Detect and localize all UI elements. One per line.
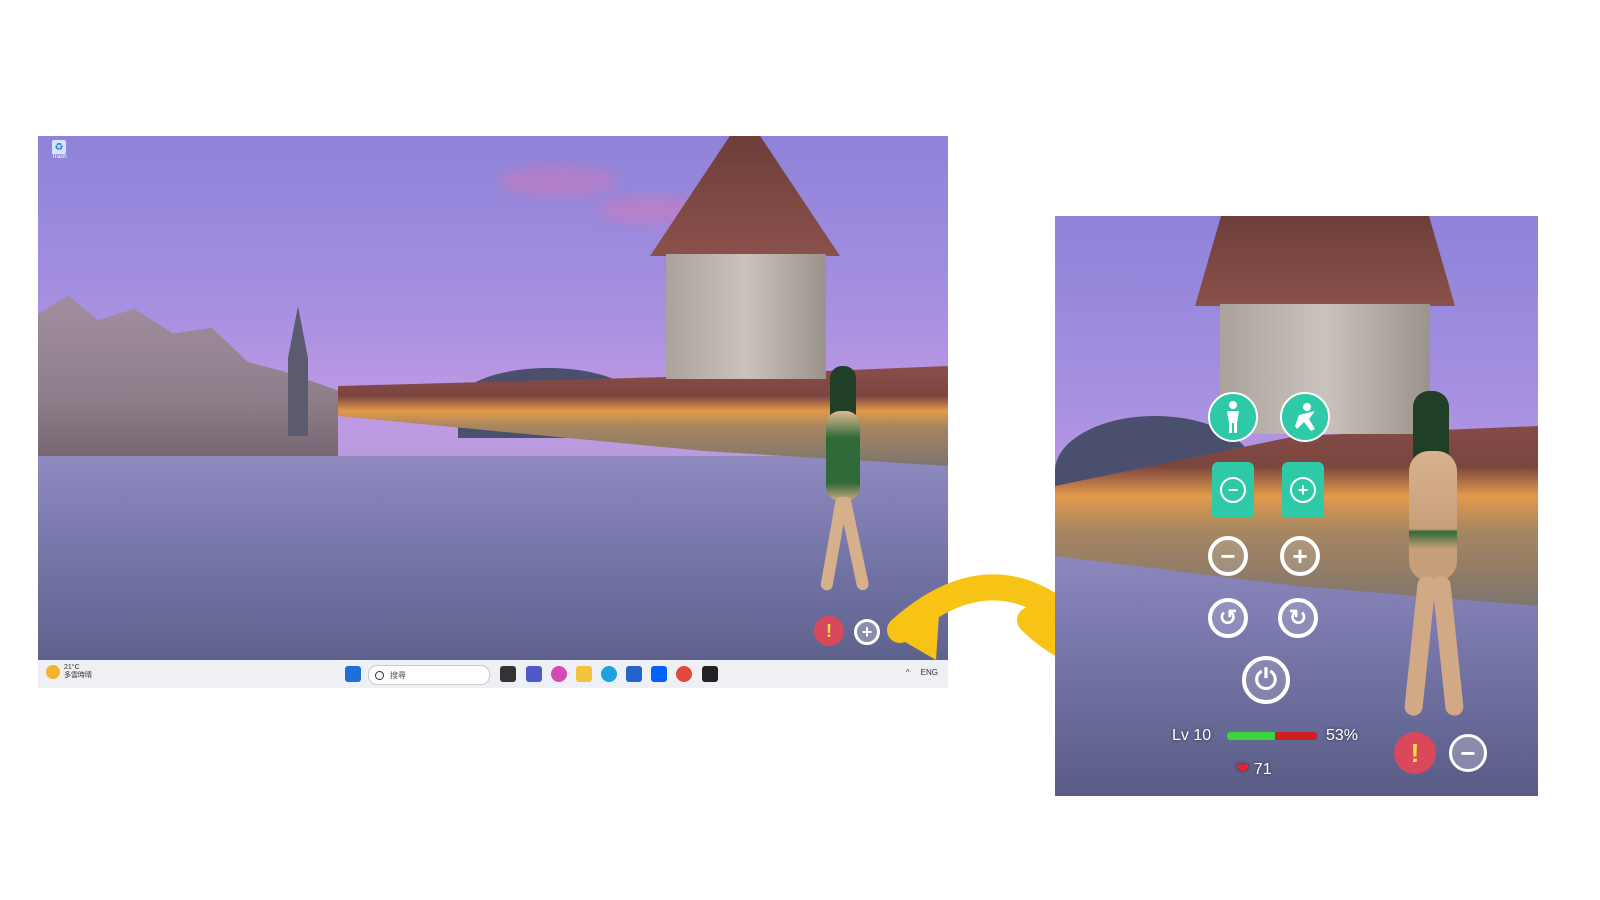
rotate-right-icon: ↻ bbox=[1288, 605, 1308, 630]
teams-icon[interactable] bbox=[526, 666, 542, 682]
heart-icon: ❤ bbox=[1236, 761, 1250, 778]
file-explorer-icon[interactable] bbox=[576, 666, 592, 682]
search-placeholder: 搜尋 bbox=[390, 670, 406, 680]
hearts-counter: ❤ 71 bbox=[1236, 759, 1272, 779]
copilot-icon[interactable] bbox=[551, 666, 567, 682]
progress-fill bbox=[1227, 732, 1275, 740]
desktop-screenshot: ! + ♻ Trash 21°C 多雲時晴 搜尋 ^ ENG bbox=[38, 136, 948, 688]
weather-icon bbox=[46, 665, 60, 679]
chrome-icon[interactable] bbox=[676, 666, 692, 682]
dance-button[interactable] bbox=[1280, 392, 1330, 442]
add-clothing-button[interactable]: + bbox=[1282, 462, 1324, 518]
zoom-out-icon: − bbox=[1220, 541, 1236, 571]
zoom-in-icon: + bbox=[1292, 541, 1308, 571]
water-tower bbox=[666, 254, 826, 379]
plus-icon: + bbox=[861, 622, 873, 642]
taskbar-search[interactable]: 搜尋 bbox=[368, 665, 490, 685]
warning-symbol: ! bbox=[826, 620, 832, 641]
zoom-out-button[interactable]: − bbox=[1208, 536, 1248, 576]
remove-clothing-button[interactable]: − bbox=[1212, 462, 1254, 518]
task-view-icon[interactable] bbox=[500, 666, 516, 682]
rotate-left-button[interactable]: ↺ bbox=[1208, 598, 1248, 638]
recycle-bin-label: Trash bbox=[51, 154, 67, 160]
store-icon[interactable] bbox=[626, 666, 642, 682]
app-icon[interactable] bbox=[702, 666, 718, 682]
affection-progress-bar bbox=[1227, 732, 1317, 740]
expand-menu-button[interactable]: + bbox=[854, 619, 880, 645]
dropbox-icon[interactable] bbox=[651, 666, 667, 682]
level-label: Lv 10 bbox=[1172, 727, 1212, 744]
progress-percent: 53% bbox=[1326, 727, 1359, 744]
desktop-pet-character[interactable] bbox=[798, 366, 888, 596]
dance-icon bbox=[1295, 403, 1315, 431]
start-icon[interactable] bbox=[345, 666, 361, 682]
water-tower-roof bbox=[1195, 216, 1455, 306]
power-button[interactable]: ⏻ bbox=[1242, 656, 1290, 704]
shirt-minus-icon: − bbox=[1220, 477, 1246, 503]
desktop-pet-character[interactable] bbox=[1373, 391, 1493, 721]
rotate-right-button[interactable]: ↻ bbox=[1278, 598, 1318, 638]
warning-symbol: ! bbox=[1410, 737, 1420, 768]
hearts-value: 71 bbox=[1253, 761, 1272, 778]
rotate-left-icon: ↺ bbox=[1218, 605, 1238, 630]
weather-temp: 21°C bbox=[64, 664, 80, 671]
cloud bbox=[498, 166, 618, 196]
recycle-bin[interactable]: ♻ Trash bbox=[48, 140, 70, 160]
shirt-plus-icon: + bbox=[1290, 477, 1316, 503]
taskbar: 21°C 多雲時晴 搜尋 ^ ENG bbox=[38, 660, 948, 688]
zoom-in-button[interactable]: + bbox=[1280, 536, 1320, 576]
warning-button[interactable]: ! bbox=[814, 616, 844, 646]
warning-button[interactable]: ! bbox=[1394, 732, 1436, 774]
body-pose-icon bbox=[1227, 401, 1239, 433]
edge-icon[interactable] bbox=[601, 666, 617, 682]
body-pose-button[interactable] bbox=[1208, 392, 1258, 442]
power-icon: ⏻ bbox=[1254, 664, 1278, 695]
recycle-bin-icon: ♻ bbox=[52, 140, 66, 154]
collapse-menu-button[interactable]: − bbox=[1449, 734, 1487, 772]
weather-desc: 多雲時晴 bbox=[64, 672, 92, 679]
minus-icon: − bbox=[1460, 738, 1476, 768]
weather-widget[interactable]: 21°C 多雲時晴 bbox=[46, 664, 92, 680]
search-icon bbox=[375, 670, 384, 680]
